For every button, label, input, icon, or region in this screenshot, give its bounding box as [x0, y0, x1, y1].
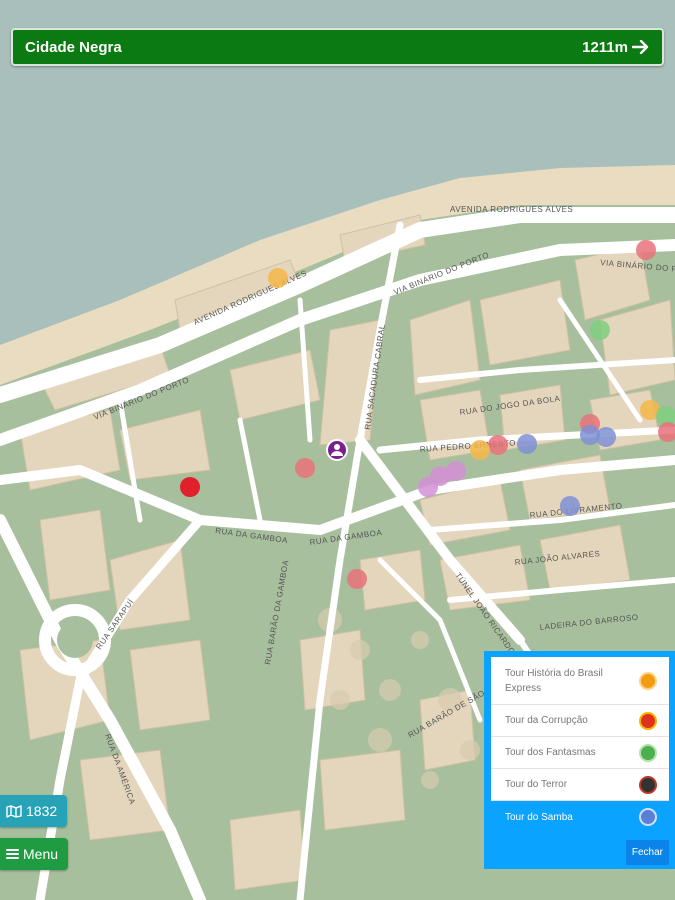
destination-title: Cidade Negra — [25, 38, 122, 56]
poi-marker[interactable] — [590, 320, 610, 340]
ghost-icon — [639, 743, 657, 762]
corruption-icon — [639, 711, 657, 730]
poi-marker[interactable] — [347, 569, 367, 589]
terror-icon — [639, 775, 657, 794]
distance-value: 1211m — [582, 38, 628, 56]
poi-marker[interactable] — [488, 435, 508, 455]
tour-item-samba[interactable]: Tour do Samba — [491, 801, 669, 833]
tour-label: Tour História do Brasil Express — [505, 667, 603, 694]
destination-bar[interactable]: Cidade Negra 1211m — [11, 28, 664, 66]
year-button[interactable]: 1832 — [0, 795, 68, 827]
street-label: AVENIDA RODRIGUES ALVES — [450, 205, 573, 214]
poi-marker[interactable] — [517, 434, 537, 454]
arrow-right-icon — [632, 40, 649, 54]
menu-button[interactable]: Menu — [0, 838, 69, 870]
poi-marker[interactable] — [596, 427, 616, 447]
poi-marker[interactable] — [418, 477, 438, 497]
samba-icon — [639, 808, 657, 826]
history-icon — [639, 671, 657, 690]
year-label: 1832 — [26, 803, 58, 819]
poi-marker[interactable] — [180, 477, 200, 497]
map-icon — [6, 804, 22, 818]
poi-marker[interactable] — [295, 458, 315, 478]
close-button[interactable]: Fechar — [625, 840, 669, 865]
hamburger-icon — [6, 849, 19, 859]
destination-distance: 1211m — [582, 39, 650, 56]
tour-item-terror[interactable]: Tour do Terror — [491, 769, 669, 801]
tour-item-history[interactable]: Tour História do Brasil Express — [491, 657, 669, 705]
tour-label: Tour do Terror — [505, 779, 568, 790]
user-location-icon[interactable] — [326, 439, 348, 461]
poi-marker[interactable] — [560, 496, 580, 516]
menu-label: Menu — [23, 846, 59, 862]
tour-label: Tour do Samba — [505, 811, 573, 823]
tour-selector-panel: Tour História do Brasil Express Tour da … — [484, 651, 675, 869]
tour-list: Tour História do Brasil Express Tour da … — [491, 657, 669, 833]
poi-marker[interactable] — [470, 440, 490, 460]
tour-label: Tour dos Fantasmas — [505, 747, 596, 758]
tour-item-ghosts[interactable]: Tour dos Fantasmas — [491, 737, 669, 769]
poi-marker[interactable] — [268, 268, 288, 288]
tour-item-corruption[interactable]: Tour da Corrupção — [491, 705, 669, 737]
poi-marker[interactable] — [636, 240, 656, 260]
tour-label: Tour da Corrupção — [505, 715, 588, 726]
